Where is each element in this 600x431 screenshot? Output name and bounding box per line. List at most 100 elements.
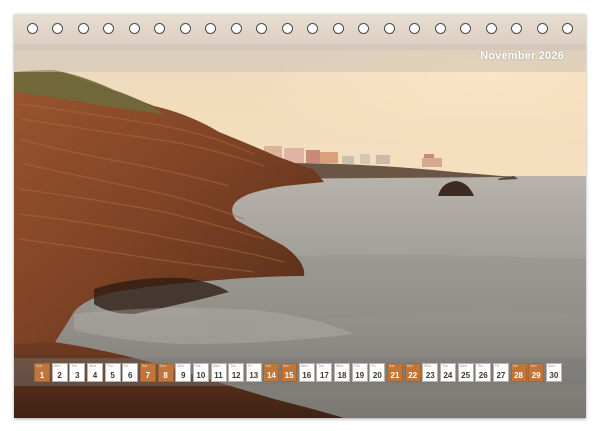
calendar-page: November 2026 Sun 1 Mon 2 Tue 3 Wed 4 Thu 5 Fri 6 Sa… (14, 14, 586, 418)
day-number: 1 (39, 371, 45, 380)
day-cell: Sat 21 (387, 363, 403, 382)
binding-hole (77, 23, 89, 34)
binding-hole (485, 23, 497, 34)
binding-hole (332, 23, 344, 34)
day-number: 24 (443, 371, 453, 380)
day-of-week-label: Fri (247, 364, 252, 368)
day-number: 5 (110, 371, 115, 380)
binding-hole (536, 23, 548, 34)
day-of-week-label: Mon (424, 364, 432, 368)
day-of-week-label: Sat (265, 364, 271, 368)
spiral-binding-holes (14, 23, 586, 39)
day-cell: Sun 8 (157, 363, 174, 382)
day-cell: Fri 20 (369, 363, 386, 382)
binding-hole (179, 23, 191, 34)
day-cell: Tue 17 (316, 363, 333, 382)
day-number: 18 (337, 371, 347, 380)
day-of-week-label: Thu (477, 364, 484, 368)
day-number: 19 (355, 371, 365, 380)
day-number: 20 (372, 371, 382, 380)
day-of-week-label: Mon (177, 364, 184, 368)
day-of-week-label: Thu (230, 364, 237, 368)
day-of-week-label: Thu (353, 364, 360, 368)
day-cell: Wed 11 (210, 363, 227, 382)
day-cell: Sun 22 (404, 363, 421, 382)
day-number: 14 (266, 371, 276, 380)
day-number: 26 (478, 371, 488, 380)
day-of-week-label: Tue (194, 364, 201, 368)
day-of-week-label: Sun (283, 364, 290, 368)
day-cell: Sat 28 (510, 363, 527, 382)
day-number: 21 (390, 371, 400, 380)
day-of-week-label: Tue (318, 364, 325, 368)
day-number: 8 (163, 371, 168, 380)
binding-hole (434, 23, 446, 34)
binding-hole (307, 23, 319, 34)
day-number: 2 (57, 371, 62, 380)
day-number: 12 (231, 371, 241, 380)
day-number: 29 (531, 371, 541, 380)
day-number: 4 (92, 371, 98, 380)
day-number: 22 (408, 371, 418, 380)
day-of-week-label: Mon (53, 364, 61, 368)
day-cell: Mon 2 (51, 363, 68, 382)
day-number: 23 (425, 371, 435, 380)
day-of-week-label: Sat (389, 364, 395, 368)
day-number: 13 (249, 371, 259, 380)
day-number: 15 (284, 371, 294, 380)
day-cell: Mon 23 (422, 363, 439, 382)
binding-hole (205, 23, 217, 34)
day-cell: Mon 30 (545, 363, 562, 382)
day-cell: Tue 24 (439, 363, 456, 382)
day-of-week-label: Sat (141, 364, 148, 368)
binding-hole (128, 23, 140, 34)
binding-hole (103, 23, 115, 34)
day-of-week-label: Tue (71, 364, 78, 368)
day-cell: Sat 7 (139, 363, 156, 382)
day-of-week-label: Thu (106, 364, 113, 368)
day-cell: Sun 15 (281, 363, 298, 382)
day-number: 17 (319, 371, 329, 380)
day-of-week-label: Tue (441, 364, 448, 368)
day-cell: Sun 1 (34, 363, 50, 382)
day-of-week-label: Wed (88, 364, 97, 368)
binding-hole (256, 23, 268, 34)
day-cell: Sun 29 (528, 363, 545, 382)
binding-hole (52, 23, 64, 34)
day-cell: Thu 26 (475, 363, 492, 382)
day-of-week-label: Sun (36, 364, 43, 368)
day-number: 3 (75, 371, 80, 380)
day-number: 6 (128, 371, 133, 380)
day-cell: Tue 10 (192, 363, 209, 382)
day-number: 9 (180, 371, 186, 380)
day-cell: Wed 18 (334, 363, 351, 382)
binding-hole (409, 23, 421, 34)
day-cell: Mon 9 (175, 363, 192, 382)
day-cell: Fri 27 (492, 363, 509, 382)
day-of-week-label: Sun (406, 364, 413, 368)
day-number: 27 (496, 371, 506, 380)
binding-hole (383, 23, 395, 34)
day-number: 16 (302, 371, 312, 380)
day-cell: Tue 3 (69, 363, 86, 382)
day-of-week-label: Fri (494, 364, 499, 368)
day-cell: Wed 25 (457, 363, 474, 382)
day-of-week-label: Mon (547, 364, 555, 368)
binding-hole (562, 23, 573, 34)
day-number: 10 (196, 371, 206, 380)
day-cell: Thu 5 (104, 363, 121, 382)
binding-hole (511, 23, 523, 34)
day-cell: Fri 13 (245, 363, 262, 382)
binding-hole (27, 23, 38, 34)
day-number: 11 (214, 371, 223, 380)
day-of-week-label: Fri (371, 364, 376, 368)
day-of-week-label: Sun (159, 364, 166, 368)
binding-hole (230, 23, 242, 34)
day-cell: Fri 6 (122, 363, 139, 382)
day-cell: Mon 16 (298, 363, 315, 382)
binding-hole (358, 23, 370, 34)
day-number: 25 (461, 371, 471, 380)
binding-hole (154, 23, 166, 34)
day-cell: Thu 12 (228, 363, 245, 382)
binding-hole (281, 23, 293, 34)
